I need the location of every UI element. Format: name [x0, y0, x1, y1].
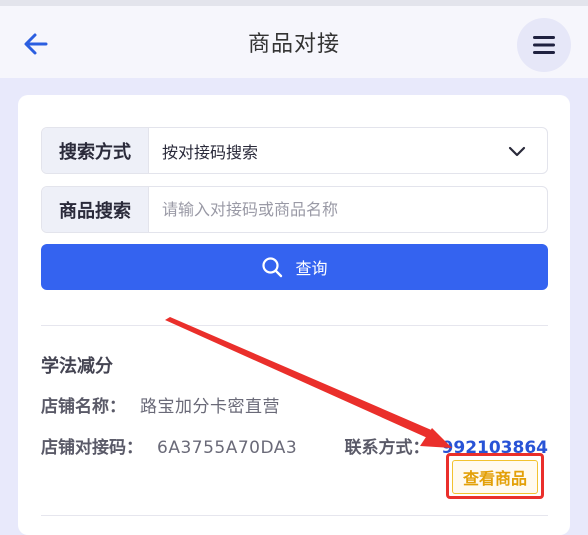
app-header: 商品对接 — [0, 6, 588, 78]
search-icon — [262, 257, 283, 278]
back-button[interactable] — [18, 26, 54, 62]
content-card: 搜索方式 按对接码搜索 商品搜索 查询 学法减分 店铺名称： 路宝加分卡密直营 店… — [18, 95, 570, 535]
query-button[interactable]: 查询 — [41, 244, 548, 290]
menu-button[interactable] — [517, 18, 571, 72]
shop-name-row: 店铺名称： 路宝加分卡密直营 — [41, 392, 280, 417]
product-search-input[interactable] — [162, 187, 547, 232]
contact-label: 联系方式： — [344, 438, 430, 458]
shop-code-label: 店铺对接码： — [41, 438, 143, 458]
divider — [41, 325, 548, 326]
search-mode-value-wrap[interactable]: 按对接码搜索 — [149, 128, 547, 173]
divider — [41, 515, 548, 516]
result-title: 学法减分 — [41, 356, 113, 377]
arrow-left-icon — [24, 33, 48, 55]
shop-name-value: 路宝加分卡密直营 — [140, 397, 280, 417]
search-mode-select[interactable]: 搜索方式 按对接码搜索 — [41, 127, 548, 174]
shop-code-value: 6A3755A70DA3 — [157, 438, 298, 458]
product-search-input-wrap[interactable] — [149, 187, 547, 232]
shop-name-label: 店铺名称： — [41, 397, 126, 417]
page-title: 商品对接 — [247, 32, 340, 57]
product-search-field: 商品搜索 — [41, 186, 548, 233]
product-search-label: 商品搜索 — [42, 187, 149, 232]
query-button-label: 查询 — [295, 259, 328, 278]
shop-code-row: 店铺对接码： 6A3755A70DA3 — [41, 433, 297, 458]
search-mode-value: 按对接码搜索 — [162, 142, 259, 162]
view-goods-button[interactable]: 查看商品 — [452, 460, 538, 494]
chevron-down-icon — [508, 146, 526, 157]
search-mode-label: 搜索方式 — [42, 128, 149, 173]
hamburger-menu-icon — [533, 36, 555, 54]
